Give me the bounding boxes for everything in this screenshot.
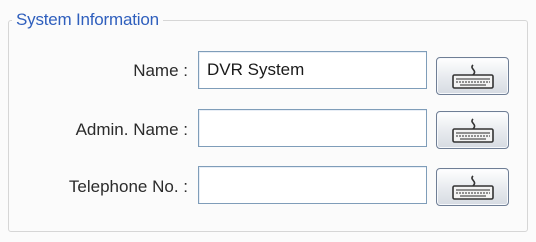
telephone-no-field[interactable] xyxy=(198,166,427,204)
keyboard-icon xyxy=(451,118,495,144)
admin-name-field[interactable] xyxy=(198,109,427,147)
name-label: Name : xyxy=(133,61,188,80)
keyboard-icon xyxy=(451,64,495,90)
telephone-no-keyboard-button[interactable] xyxy=(436,168,509,206)
admin-name-label: Admin. Name : xyxy=(75,120,188,139)
name-field[interactable] xyxy=(198,51,427,89)
name-keyboard-button[interactable] xyxy=(436,57,509,95)
admin-name-keyboard-button[interactable] xyxy=(436,111,509,149)
groupbox-title: System Information xyxy=(12,8,163,32)
keyboard-icon xyxy=(451,175,495,201)
system-information-panel: System Information Name : Admin. Name : xyxy=(0,0,536,242)
telephone-no-label: Telephone No. : xyxy=(68,177,188,196)
